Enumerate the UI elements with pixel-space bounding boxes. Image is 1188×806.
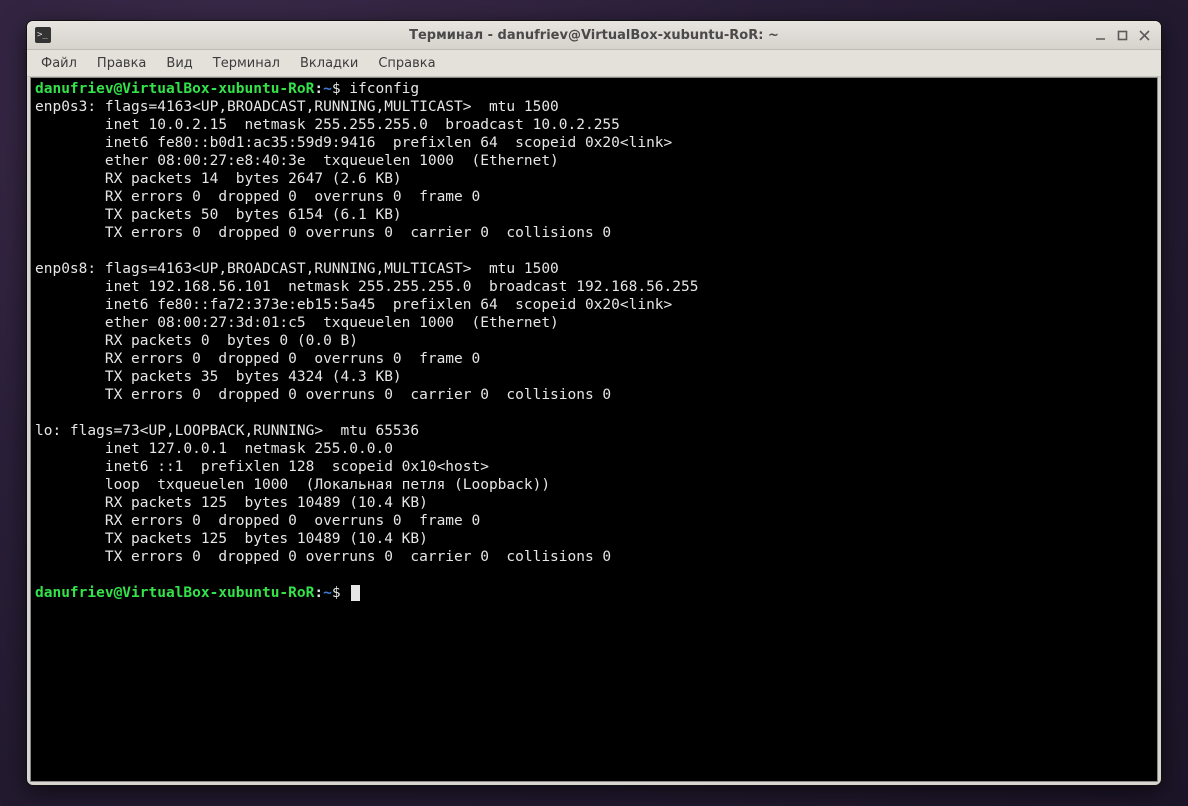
terminal-viewport[interactable]: danufriev@VirtualBox-xubuntu-RoR:~$ ifco… [30, 77, 1158, 782]
ifconfig-output: enp0s3: flags=4163<UP,BROADCAST,RUNNING,… [35, 99, 698, 565]
prompt-colon: : [314, 81, 323, 97]
menu-tabs[interactable]: Вкладки [290, 50, 368, 76]
prompt-path: ~ [323, 81, 332, 97]
menu-help[interactable]: Справка [368, 50, 445, 76]
menu-terminal[interactable]: Терминал [203, 50, 290, 76]
prompt-path-2: ~ [323, 585, 332, 601]
window-title: Терминал - danufriev@VirtualBox-xubuntu-… [27, 28, 1161, 43]
prompt-dollar-2: $ [332, 585, 349, 601]
maximize-button[interactable] [1116, 29, 1129, 42]
prompt-user-host-2: danufriev@VirtualBox-xubuntu-RoR [35, 585, 314, 601]
minimize-button[interactable] [1094, 29, 1107, 42]
prompt-dollar: $ [332, 81, 349, 97]
terminal-output[interactable]: danufriev@VirtualBox-xubuntu-RoR:~$ ifco… [35, 80, 1153, 602]
cursor [351, 585, 360, 601]
prompt-user-host: danufriev@VirtualBox-xubuntu-RoR [35, 81, 314, 97]
close-button[interactable] [1138, 29, 1151, 42]
titlebar[interactable]: Терминал - danufriev@VirtualBox-xubuntu-… [27, 21, 1161, 50]
menu-view[interactable]: Вид [156, 50, 202, 76]
menu-edit[interactable]: Правка [87, 50, 156, 76]
menu-file[interactable]: Файл [31, 50, 87, 76]
terminal-icon [35, 27, 51, 43]
window-buttons [1094, 29, 1161, 42]
menubar: Файл Правка Вид Терминал Вкладки Справка [27, 50, 1161, 77]
prompt-colon-2: : [314, 585, 323, 601]
command-text: ifconfig [349, 81, 419, 97]
terminal-window: Терминал - danufriev@VirtualBox-xubuntu-… [26, 20, 1162, 786]
